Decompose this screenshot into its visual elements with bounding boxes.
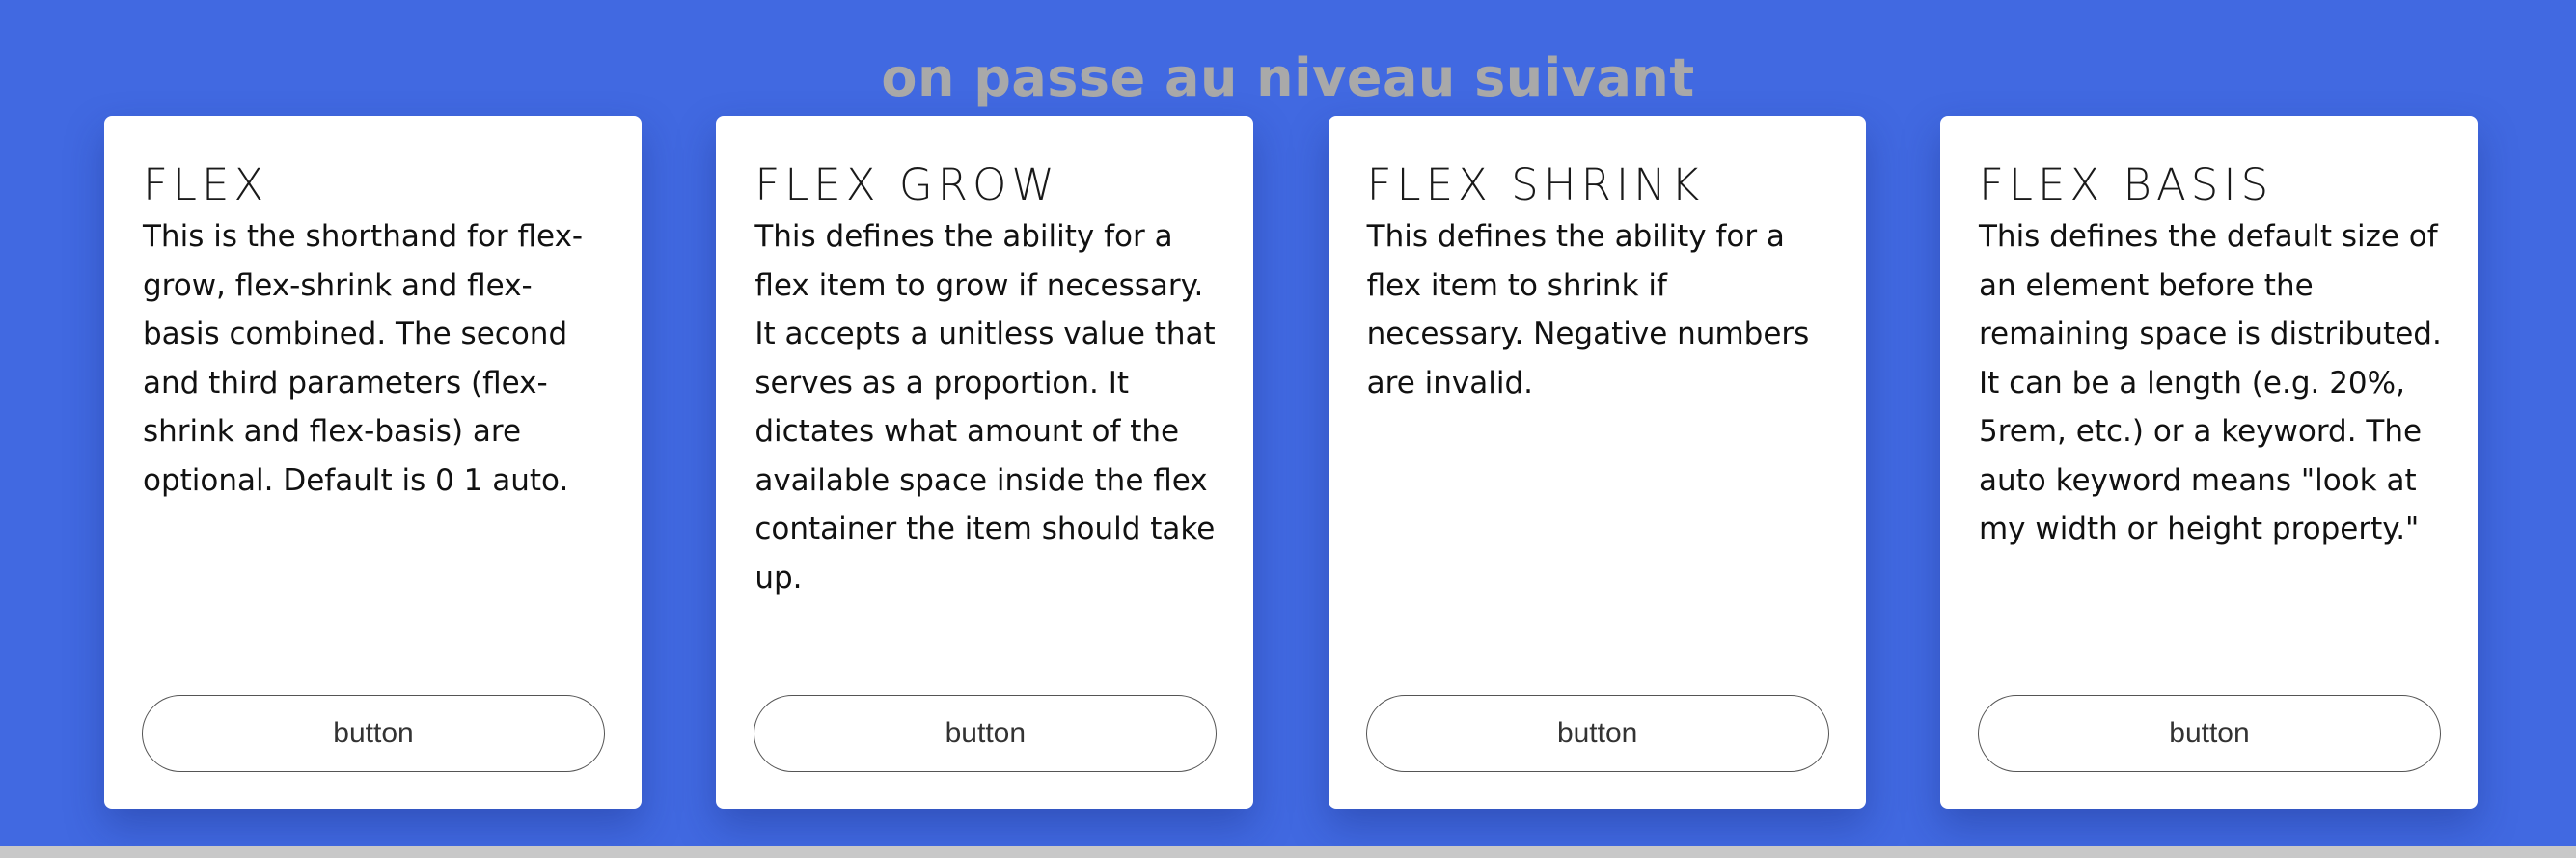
- card-description: This defines the ability for a flex item…: [754, 219, 1216, 595]
- card-description: This defines the default size of an elem…: [1978, 219, 2442, 546]
- horizontal-scrollbar[interactable]: [0, 846, 2576, 858]
- card-button[interactable]: button: [142, 695, 605, 772]
- card-button[interactable]: button: [1365, 695, 1829, 772]
- card-description: This is the shorthand for flex-grow, fle…: [143, 219, 584, 498]
- card-title: FLEX SHRINK: [1366, 159, 1705, 210]
- card-flex-basis: FLEX BASIS This defines the default size…: [1939, 116, 2478, 809]
- card-title: FLEX: [143, 159, 269, 210]
- card-title: FLEX GROW: [754, 159, 1059, 210]
- card-button[interactable]: button: [1977, 695, 2441, 772]
- card-button[interactable]: button: [754, 695, 1218, 772]
- card-flex-grow: FLEX GROW This defines the ability for a…: [716, 116, 1254, 809]
- page-title: on passe au niveau suivant: [881, 47, 1695, 109]
- card-flex: FLEX This is the shorthand for flex-grow…: [104, 116, 642, 809]
- card-row: FLEX This is the shorthand for flex-grow…: [104, 116, 2478, 809]
- card-description: This defines the ability for a flex item…: [1366, 219, 1810, 401]
- card-flex-shrink: FLEX SHRINK This defines the ability for…: [1328, 116, 1866, 809]
- card-title: FLEX BASIS: [1978, 159, 2274, 210]
